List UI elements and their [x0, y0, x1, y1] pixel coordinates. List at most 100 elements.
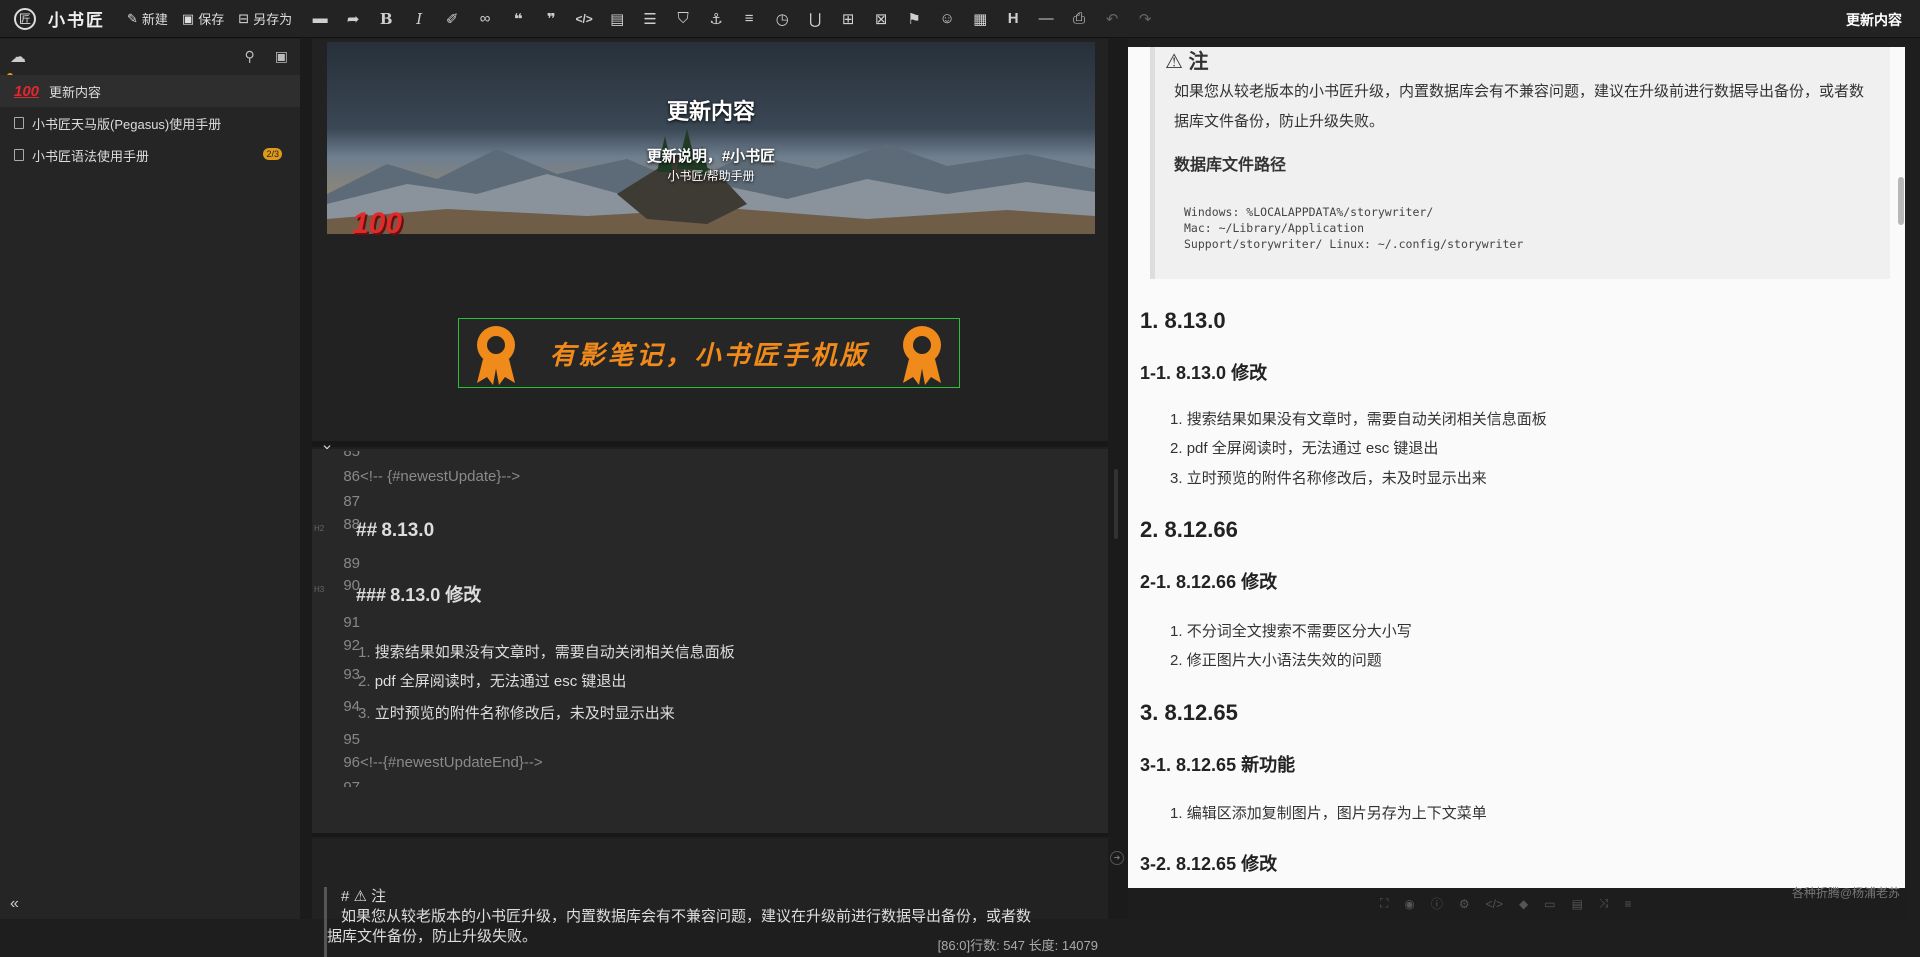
note-paragraph: 如果您从较老版本的小书匠升级，内置数据库会有不兼容问题，建议在升级前进行数据导出…: [1174, 83, 1865, 130]
italic-icon[interactable]: I: [405, 5, 433, 33]
promo-text: 有影笔记，小书匠手机版: [549, 340, 869, 371]
note-text-line1: 如果您从较老版本的小书匠升级，内置数据库会有不兼容问题，建议在升级前进行数据导出…: [341, 908, 1032, 925]
code-icon[interactable]: </>: [570, 5, 598, 33]
anchor-icon[interactable]: ⚓: [702, 5, 730, 33]
code-line: Mac: ~/Library/Application: [1184, 221, 1365, 235]
line-number: 92: [343, 637, 360, 654]
editor-preview-splitter[interactable]: ➜: [1108, 39, 1128, 919]
undo-icon[interactable]: ↶: [1098, 5, 1126, 33]
section-heading: 2. 8.12.66: [1140, 517, 1238, 542]
subsection-heading: 3-1. 8.12.65 新功能: [1140, 755, 1296, 775]
search-icon[interactable]: ⚲: [245, 48, 255, 65]
splitter-handle[interactable]: [1114, 469, 1118, 539]
magnet-icon[interactable]: ⋃: [801, 5, 829, 33]
table-add-icon[interactable]: ⊞: [834, 5, 862, 33]
line-number: 85: [343, 451, 360, 460]
code-editor[interactable]: 85 86 <!-- {#newestUpdate}--> 87 H2 88 #…: [312, 449, 1108, 833]
quote-icon[interactable]: ❝: [504, 5, 532, 33]
export-icon[interactable]: ▤: [1572, 897, 1583, 911]
list-item: 2. pdf 全屏阅读时，无法通过 esc 键退出: [1170, 440, 1439, 457]
editor-status: [86:0]行数: 547 长度: 14079: [937, 938, 1098, 953]
line-number: 89: [343, 555, 360, 572]
html5-icon[interactable]: ⛉: [669, 5, 697, 33]
preview-scrollbar[interactable]: [1898, 177, 1904, 225]
smiley-icon[interactable]: ☺: [933, 5, 961, 33]
logo-text: 小书匠: [48, 11, 105, 31]
code-icon[interactable]: </>: [1486, 897, 1503, 911]
align-icon[interactable]: ≡: [735, 5, 763, 33]
sidebar-item-syntax-manual[interactable]: 小书匠语法使用手册 2/3: [0, 139, 300, 171]
heading-text: 8.13.0 修改: [390, 585, 482, 605]
app-logo[interactable]: 匠 小书匠: [14, 6, 105, 31]
bold-icon[interactable]: B: [372, 5, 400, 33]
link-icon[interactable]: ∞: [471, 5, 499, 33]
note-title: ⚠ 注: [1165, 51, 1209, 73]
clock-icon[interactable]: ◷: [768, 5, 796, 33]
bottom-preview-pane: # ⚠ 注 如果您从较老版本的小书匠升级，内置数据库会有不兼容问题，建议在升级前…: [312, 839, 1108, 957]
keyboard-icon[interactable]: ▬: [306, 5, 334, 33]
image-icon[interactable]: ▭: [1544, 897, 1555, 911]
section-heading: 1. 8.13.0: [1140, 308, 1226, 333]
pane-divider[interactable]: [312, 833, 1108, 837]
redo-icon[interactable]: ↷: [1131, 5, 1159, 33]
code-comment: <!-- {#newestUpdate}-->: [360, 468, 521, 485]
banner-image: 更新内容 更新说明，#小书匠 小书匠/帮助手册: [327, 42, 1095, 234]
code-comment: <!--{#newestUpdateEnd}-->: [360, 754, 543, 771]
gear-icon[interactable]: ⚙: [1459, 897, 1470, 911]
code-line: 97: [312, 779, 1108, 787]
subsection-heading: 3-2. 8.12.65 修改: [1140, 854, 1278, 874]
file-export-icon[interactable]: ⎙: [1065, 5, 1093, 33]
main-toolbar: 匠 小书匠 ✎ 新建 ▣ 保存 ⊟ 另存为 ▬ ➦ B I ✐ ∞ ❝ ❞ </> ▤…: [0, 0, 1920, 38]
heading-icon[interactable]: H: [999, 5, 1027, 33]
eye-icon[interactable]: ◉: [1404, 897, 1414, 911]
heading-hashes: ##: [356, 520, 378, 541]
fullscreen-icon[interactable]: ⛶: [1380, 896, 1388, 911]
top-preview-pane: 更新内容 更新说明，#小书匠 小书匠/帮助手册 100 有影笔记，小书匠手机版: [312, 39, 1108, 441]
line-number: 96: [343, 754, 360, 771]
sidebar-item-update[interactable]: 100 更新内容: [0, 75, 300, 107]
save-button[interactable]: ▣ 保存: [182, 9, 224, 28]
sidebar-splitter[interactable]: [300, 39, 312, 919]
table-edit-icon[interactable]: ⊠: [867, 5, 895, 33]
cloud-sync-icon[interactable]: ☁: [10, 47, 26, 67]
line-number: 91: [343, 614, 360, 631]
banner-caption: 小书匠/帮助手册: [667, 169, 755, 183]
share-arrow-icon[interactable]: ➦: [339, 5, 367, 33]
line-number: 95: [343, 731, 360, 748]
flag-icon[interactable]: ⚑: [900, 5, 928, 33]
note-heading: # ⚠ 注: [341, 888, 387, 905]
save-as-label: 另存为: [253, 12, 293, 27]
note-subheading: 数据库文件路径: [1174, 157, 1287, 174]
heading-text: 8.13.0: [381, 520, 435, 541]
brush-icon[interactable]: ✐: [438, 5, 466, 33]
code-heading: ## 8.13.0: [356, 520, 434, 542]
list-number: 2.: [358, 673, 371, 690]
sidebar-item-pegasus-manual[interactable]: 小书匠天马版(Pegasus)使用手册: [0, 107, 300, 139]
sync-scroll-icon[interactable]: ➜: [1110, 851, 1124, 865]
banner-subtitle: 更新说明，#小书匠: [646, 148, 776, 165]
collapse-sidebar-icon[interactable]: «: [10, 895, 19, 913]
list-icon[interactable]: ☰: [636, 5, 664, 33]
document-icon: [14, 149, 24, 161]
note-code-block: Windows: %LOCALAPPDATA%/storywriter/ Mac…: [1184, 204, 1523, 252]
table-icon[interactable]: ▦: [966, 5, 994, 33]
list-text: pdf 全屏阅读时，无法通过 esc 键退出: [374, 673, 627, 690]
save-as-button[interactable]: ⊟ 另存为: [238, 9, 292, 28]
list-item: 1. 搜索结果如果没有文章时，需要自动关闭相关信息面板: [1170, 411, 1547, 428]
shuffle-icon[interactable]: ⤨: [1599, 896, 1609, 911]
file-icon[interactable]: ▤: [603, 5, 631, 33]
document-icon: [14, 117, 24, 129]
pane-divider[interactable]: [312, 441, 1108, 447]
new-button[interactable]: ✎ 新建: [127, 9, 168, 28]
award-ribbon-icon: [903, 326, 941, 385]
sidebar-item-label: 小书匠语法使用手册: [32, 148, 150, 164]
promo-banner[interactable]: 有影笔记，小书匠手机版: [458, 318, 960, 388]
blockquote-icon[interactable]: ❞: [537, 5, 565, 33]
hr-icon[interactable]: —: [1032, 5, 1060, 33]
briefcase-icon[interactable]: ▣: [275, 48, 288, 65]
markdown-preview: ⚠ 注 如果您从较老版本的小书匠升级，内置数据库会有不兼容问题，建议在升级前进行…: [1128, 47, 1908, 888]
sidebar-item-badge: 2/3: [263, 148, 282, 160]
drop-icon[interactable]: ◆: [1519, 897, 1528, 911]
menu-icon[interactable]: ≡: [1625, 897, 1632, 911]
info-icon[interactable]: ⓘ: [1431, 895, 1443, 912]
